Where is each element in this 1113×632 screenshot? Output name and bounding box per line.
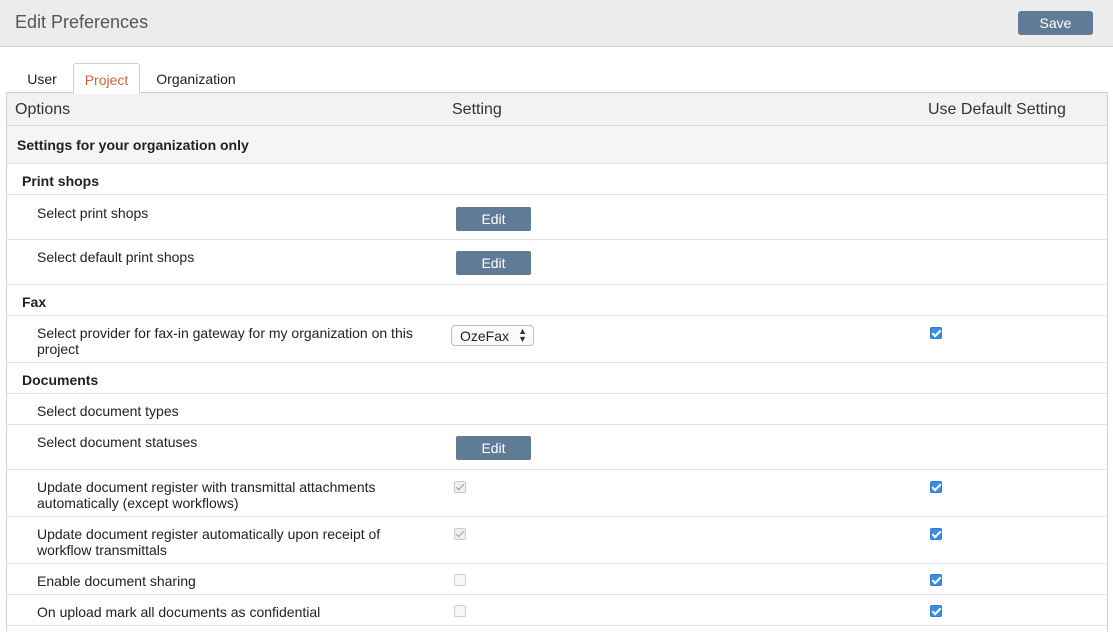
option-label: Select print shops bbox=[37, 205, 149, 221]
option-label-line1: Update document register with transmitta… bbox=[37, 479, 376, 495]
tab-user[interactable]: User bbox=[14, 63, 70, 93]
option-label: Select document types bbox=[37, 403, 179, 419]
option-label: On upload mark all documents as confiden… bbox=[37, 604, 321, 620]
table-row: Select default print shops Edit bbox=[7, 240, 1107, 285]
table-row: Select print shops Edit bbox=[7, 195, 1107, 240]
option-label-line2: project bbox=[37, 341, 80, 357]
fax-provider-value: OzeFax bbox=[460, 328, 510, 344]
fax-use-default-checkbox[interactable] bbox=[930, 327, 942, 339]
tab-organization[interactable]: Organization bbox=[150, 63, 242, 93]
edit-document-statuses-button[interactable]: Edit bbox=[456, 436, 531, 460]
group-title-fax: Fax bbox=[22, 294, 47, 310]
preferences-table: Options Setting Use Default Setting Sett… bbox=[6, 92, 1108, 632]
tab-bar: User Project Organization bbox=[0, 63, 1113, 94]
table-row: Select document statuses Edit bbox=[7, 425, 1107, 470]
transmittal-setting-checkbox bbox=[454, 481, 466, 493]
table-row: On upload mark all documents as confiden… bbox=[7, 595, 1107, 626]
table-header: Options Setting Use Default Setting bbox=[7, 93, 1107, 126]
group-title-print-shops: Print shops bbox=[22, 173, 100, 189]
edit-default-print-shops-button[interactable]: Edit bbox=[456, 251, 531, 275]
group-row-fax: Fax bbox=[7, 285, 1107, 316]
edit-print-shops-button[interactable]: Edit bbox=[456, 207, 531, 231]
option-label-line2: workflow transmittals bbox=[37, 542, 167, 558]
sharing-use-default-checkbox[interactable] bbox=[930, 574, 942, 586]
table-row: Select document types bbox=[7, 394, 1107, 425]
save-button[interactable]: Save bbox=[1018, 11, 1093, 35]
column-header-use-default: Use Default Setting bbox=[928, 101, 1066, 118]
option-label: Select default print shops bbox=[37, 249, 195, 265]
workflow-use-default-checkbox[interactable] bbox=[930, 528, 942, 540]
group-title-documents: Documents bbox=[22, 372, 99, 388]
column-header-options: Options bbox=[15, 101, 71, 118]
table-row: Update document register with transmitta… bbox=[7, 470, 1107, 517]
column-header-setting: Setting bbox=[452, 101, 502, 118]
workflow-setting-checkbox bbox=[454, 528, 466, 540]
confidential-use-default-checkbox[interactable] bbox=[930, 605, 942, 617]
option-label: Select document statuses bbox=[37, 434, 198, 450]
group-row-print-shops: Print shops bbox=[7, 164, 1107, 195]
tab-project[interactable]: Project bbox=[73, 63, 140, 94]
confidential-setting-checkbox bbox=[454, 605, 466, 617]
option-label-line1: Select provider for fax-in gateway for m… bbox=[37, 325, 413, 341]
section-title: Settings for your organization only bbox=[17, 137, 249, 153]
table-row: Enable document sharing bbox=[7, 564, 1107, 595]
option-label: Enable document sharing bbox=[37, 573, 196, 589]
section-row: Settings for your organization only bbox=[7, 126, 1107, 164]
sharing-setting-checkbox bbox=[454, 574, 466, 586]
option-label-line1: Update document register automatically u… bbox=[37, 526, 381, 542]
group-row-documents: Documents bbox=[7, 363, 1107, 394]
option-label-line2: automatically (except workflows) bbox=[37, 495, 239, 511]
fax-provider-select[interactable]: OzeFax ▲ ▼ bbox=[451, 325, 534, 346]
header-bar: Edit Preferences Save bbox=[0, 0, 1113, 47]
table-row: Select provider for fax-in gateway for m… bbox=[7, 316, 1107, 363]
select-arrows-icon: ▲ ▼ bbox=[518, 326, 527, 344]
transmittal-use-default-checkbox[interactable] bbox=[930, 481, 942, 493]
page-title: Edit Preferences bbox=[15, 12, 149, 32]
table-row: Update document register automatically u… bbox=[7, 517, 1107, 564]
